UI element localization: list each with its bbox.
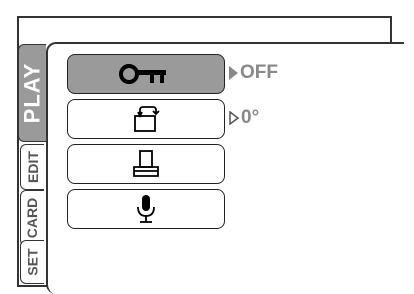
menu-item-print[interactable] (67, 144, 225, 184)
rotate-icon (134, 106, 160, 132)
tab-play[interactable]: PLAY (18, 44, 46, 142)
protect-value: OFF (229, 62, 278, 84)
menu-item-audio[interactable] (67, 189, 225, 229)
microphone-icon (137, 195, 155, 223)
menu-item-rotate[interactable] (67, 99, 225, 139)
tab-card[interactable]: CARD (20, 190, 44, 246)
rotate-value: 0° (229, 107, 259, 129)
tab-edit[interactable]: EDIT (20, 144, 44, 190)
tab-edit-label: EDIT (24, 151, 41, 183)
print-icon (133, 150, 159, 177)
tab-play-label: PLAY (19, 62, 45, 124)
tab-card-label: CARD (24, 197, 41, 239)
protect-key-icon (119, 64, 166, 84)
tab-set-label: SET (24, 248, 41, 276)
tab-set[interactable]: SET (20, 240, 44, 284)
value-pointer-outline-icon (229, 111, 239, 125)
rotate-value-text: 0° (241, 107, 260, 128)
value-pointer-icon (229, 66, 238, 80)
protect-value-text: OFF (240, 62, 278, 83)
menu-item-protect[interactable] (67, 54, 225, 94)
